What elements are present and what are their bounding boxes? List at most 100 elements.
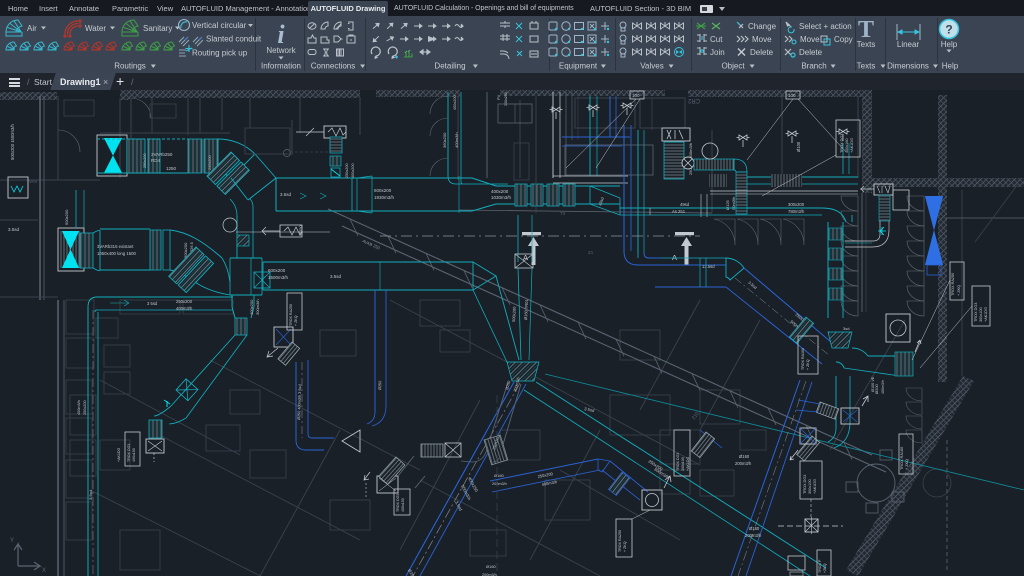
svg-text:3VARb250: 3VARb250 <box>151 152 173 157</box>
svg-text:Equipment: Equipment <box>559 62 598 71</box>
svg-text:3.5sd: 3.5sd <box>280 192 292 197</box>
svg-text:?: ? <box>945 23 952 37</box>
svg-text:PV: PV <box>496 94 501 100</box>
svg-text:TROX DG3: TROX DG3 <box>974 303 978 322</box>
svg-text:+ ZKQ: + ZKQ <box>905 459 909 470</box>
svg-text:400x200: 400x200 <box>491 189 509 194</box>
svg-text:Copy: Copy <box>834 35 853 44</box>
svg-text:300x200: 300x200 <box>788 202 805 207</box>
svg-text:3.5sd: 3.5sd <box>88 490 93 500</box>
svg-text:+AK1DG: +AK1DG <box>850 138 854 153</box>
svg-text:A: A <box>672 253 677 262</box>
svg-text:400x200: 400x200 <box>249 299 254 315</box>
svg-text:Linear: Linear <box>897 40 920 49</box>
svg-text:Water: Water <box>85 24 106 33</box>
svg-text:1050x400 long 1500: 1050x400 long 1500 <box>97 251 137 256</box>
svg-text:210: 210 <box>691 411 701 421</box>
svg-text:Help: Help <box>942 62 959 71</box>
svg-text:Valves: Valves <box>640 62 663 71</box>
svg-text:400x200: 400x200 <box>351 163 355 178</box>
svg-text:i: i <box>277 20 285 49</box>
svg-text:TROX DG3: TROX DG3 <box>803 475 807 494</box>
svg-text:Object: Object <box>721 62 745 71</box>
svg-text:Ø100: Ø100 <box>796 141 801 152</box>
svg-text:Network: Network <box>266 46 296 55</box>
svg-text:50250: 50250 <box>299 225 303 236</box>
svg-text:250x200: 250x200 <box>345 163 349 178</box>
svg-text:780m3/h: 780m3/h <box>788 209 805 214</box>
svg-text:Air: Air <box>27 24 37 33</box>
svg-text:TROX RA250: TROX RA250 <box>951 273 955 296</box>
svg-text:TROX DG3: TROX DG3 <box>396 494 400 512</box>
svg-text:+AK1DG: +AK1DG <box>686 457 690 471</box>
svg-text:73: 73 <box>560 211 566 216</box>
svg-text:3.5sd: 3.5sd <box>454 500 464 512</box>
svg-text:200m3/h: 200m3/h <box>745 533 762 538</box>
svg-text:400m3/h: 400m3/h <box>541 479 557 487</box>
svg-text:600x200: 600x200 <box>374 188 392 193</box>
svg-text:400x200: 400x200 <box>453 95 457 110</box>
svg-text:300x100: 300x100 <box>979 307 983 322</box>
svg-text:TROX RA250: TROX RA250 <box>618 530 622 552</box>
svg-text:1250: 1250 <box>166 166 177 171</box>
svg-text:Delete: Delete <box>799 48 823 57</box>
svg-text:49sd: 49sd <box>597 196 605 206</box>
svg-text:+AK1DG: +AK1DG <box>813 479 817 494</box>
svg-text:3VARb315 existant: 3VARb315 existant <box>97 244 134 249</box>
svg-text:250x200: 250x200 <box>176 299 193 304</box>
svg-text:Information: Information <box>261 62 301 71</box>
svg-text:+AK1DG: +AK1DG <box>984 307 988 322</box>
svg-text:+ ZKQ: + ZKQ <box>294 315 298 326</box>
svg-text:Ø160: Ø160 <box>486 564 497 569</box>
svg-text:400x150: 400x150 <box>401 498 405 512</box>
svg-text:Z1: Z1 <box>588 250 594 255</box>
svg-text:3 5sd: 3 5sd <box>147 301 158 306</box>
svg-text:Cut: Cut <box>710 35 723 44</box>
svg-text:500x200: 500x200 <box>64 209 69 225</box>
svg-text:As 251: As 251 <box>672 209 686 214</box>
svg-text:Texts: Texts <box>857 62 876 71</box>
svg-text:100: 100 <box>788 93 796 98</box>
svg-text:900x200: 900x200 <box>183 242 188 258</box>
svg-text:Ø160: Ø160 <box>749 526 760 531</box>
svg-text:Routings: Routings <box>114 62 146 71</box>
svg-text:500x200: 500x200 <box>511 306 517 322</box>
svg-text:Connections: Connections <box>311 62 355 71</box>
svg-text:400m3/h: 400m3/h <box>176 306 193 311</box>
svg-text:3.5sd: 3.5sd <box>747 280 758 290</box>
svg-text:Y: Y <box>10 538 14 544</box>
svg-text:TROX DG3: TROX DG3 <box>127 444 131 462</box>
svg-text:+ ZKQ: + ZKQ <box>806 359 810 370</box>
svg-text:Vertical circular: Vertical circular <box>192 21 247 30</box>
svg-text:3 5sd: 3 5sd <box>584 406 596 413</box>
svg-text:400x150: 400x150 <box>132 448 136 462</box>
svg-text:Ø250 400m3/h 3 5sd: Ø250 400m3/h 3 5sd <box>297 384 302 420</box>
svg-text:+ZKQ: +ZKQ <box>823 563 827 573</box>
svg-text:400m3/h: 400m3/h <box>881 380 885 394</box>
svg-text:400m3/h: 400m3/h <box>454 132 459 148</box>
svg-text:400m3/h: 400m3/h <box>77 400 81 415</box>
svg-text:300x100: 300x100 <box>681 457 685 471</box>
svg-text:AVAB 250: AVAB 250 <box>362 238 382 250</box>
svg-text:Select + action: Select + action <box>799 22 852 31</box>
svg-text:Delete: Delete <box>750 48 774 57</box>
svg-text:200m3/h: 200m3/h <box>735 461 752 466</box>
svg-text:3.5sd: 3.5sd <box>8 227 20 232</box>
svg-text:VAV: VAV <box>29 179 37 184</box>
svg-text:Join: Join <box>710 48 725 57</box>
svg-text:Ø160 TR01: Ø160 TR01 <box>523 298 529 320</box>
svg-text:Move: Move <box>752 35 772 44</box>
svg-text:Ø160: Ø160 <box>494 473 505 478</box>
svg-text:100: 100 <box>632 93 640 98</box>
svg-text:Sanitary: Sanitary <box>143 24 172 33</box>
svg-text:TROX RA160: TROX RA160 <box>900 447 904 470</box>
svg-text:TROX RA250: TROX RA250 <box>289 304 293 326</box>
svg-text:400x160: 400x160 <box>845 138 849 153</box>
svg-text:250x200: 250x200 <box>83 400 87 415</box>
svg-text:+AK1DG: +AK1DG <box>117 448 121 462</box>
svg-text:RD4: RD4 <box>151 158 160 163</box>
svg-text:Slanted conduit: Slanted conduit <box>206 35 262 44</box>
svg-text:200m3/h: 200m3/h <box>492 482 507 486</box>
svg-text:240x200: 240x200 <box>208 155 212 170</box>
svg-text:Branch: Branch <box>801 62 826 71</box>
